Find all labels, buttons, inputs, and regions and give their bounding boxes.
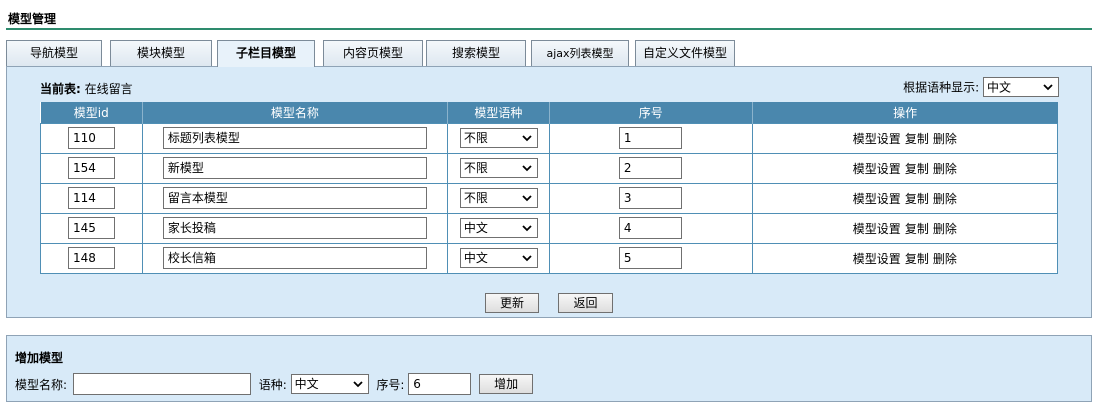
current-table-label: 当前表: [40,82,81,96]
model-name-input[interactable]: 新模型 [162,157,427,179]
copy-link[interactable]: 复制 [905,162,929,176]
model-language-select[interactable]: 不限 [459,188,538,208]
tab-ajax-list-model[interactable]: ajax列表模型 [531,40,629,67]
model-language-select[interactable]: 不限 [459,128,538,148]
add-order-input[interactable]: 6 [408,373,472,395]
table-header-row: 模型id 模型名称 模型语种 序号 操作 [40,102,1058,123]
chevron-down-icon [1043,84,1053,91]
table-row: 110 标题列表模型 不限 1 模型设置 复制 删除 [40,122,1059,154]
table-row: 148 校长信箱 中文 5 模型设置 复制 删除 [40,242,1059,274]
model-order-input[interactable]: 3 [618,187,682,209]
current-table-value: 在线留言 [84,82,133,96]
language-filter-label: 根据语种显示: [903,80,980,95]
language-filter: 根据语种显示: 中文 [903,77,1059,97]
model-name-input[interactable]: 留言本模型 [162,187,427,209]
chevron-down-icon [522,165,532,172]
model-order-input[interactable]: 1 [618,127,682,149]
table-row: 154 新模型 不限 2 模型设置 复制 删除 [40,152,1059,184]
chevron-down-icon [522,255,532,262]
row-actions: 模型设置 复制 删除 [751,152,1059,184]
delete-link[interactable]: 删除 [933,132,957,146]
model-name-input[interactable]: 校长信箱 [162,247,427,269]
model-settings-link[interactable]: 模型设置 [853,252,901,266]
model-settings-link[interactable]: 模型设置 [853,132,901,146]
model-id-input[interactable]: 154 [68,157,115,179]
chevron-down-icon [522,135,532,142]
tab-navigation-model[interactable]: 导航模型 [6,40,102,67]
model-language-value: 不限 [463,131,488,145]
tab-search-model[interactable]: 搜索模型 [426,40,526,67]
add-model-title: 增加模型 [15,351,64,365]
model-order-input[interactable]: 5 [618,247,682,269]
row-actions: 模型设置 复制 删除 [751,182,1059,214]
model-language-select[interactable]: 中文 [459,248,538,268]
model-language-select[interactable]: 不限 [459,158,538,178]
language-filter-value: 中文 [987,80,1012,95]
add-language-label: 语种: [258,377,287,392]
tab-content-page-model[interactable]: 内容页模型 [323,40,423,67]
add-language-value: 中文 [294,377,319,391]
model-id-input[interactable]: 148 [68,247,115,269]
title-divider [6,28,1092,30]
column-header-id: 模型id [40,102,143,123]
delete-link[interactable]: 删除 [933,192,957,206]
delete-link[interactable]: 删除 [933,252,957,266]
row-actions: 模型设置 复制 删除 [751,212,1059,244]
chevron-down-icon [522,225,532,232]
model-language-value: 不限 [463,161,488,175]
table-row: 114 留言本模型 不限 3 模型设置 复制 删除 [40,182,1059,214]
add-model-form: 模型名称: 语种: 中文 序号: 6 增加 [15,373,534,395]
model-order-input[interactable]: 2 [618,157,682,179]
tab-module-model[interactable]: 模块模型 [110,40,212,67]
add-order-label: 序号: [376,377,405,392]
column-header-language: 模型语种 [446,102,550,123]
model-id-input[interactable]: 145 [68,217,115,239]
add-language-select[interactable]: 中文 [290,374,369,394]
model-id-input[interactable]: 114 [68,187,115,209]
tab-custom-file-model[interactable]: 自定义文件模型 [635,40,735,67]
tab-subcolumn-model[interactable]: 子栏目模型 [217,40,315,67]
add-name-input[interactable] [72,373,251,395]
add-button[interactable]: 增加 [479,374,534,394]
model-settings-link[interactable]: 模型设置 [853,162,901,176]
model-name-input[interactable]: 标题列表模型 [162,127,427,149]
column-header-name: 模型名称 [141,102,448,123]
model-order-input[interactable]: 4 [618,217,682,239]
chevron-down-icon [352,381,363,388]
delete-link[interactable]: 删除 [933,222,957,236]
current-table-info: 当前表: 在线留言 [40,80,133,97]
column-header-actions: 操作 [751,102,1058,123]
page-title: 模型管理 [8,12,57,26]
model-list-panel: 当前表: 在线留言 根据语种显示: 中文 模型id 模型名称 模型语种 序号 操… [6,66,1092,318]
update-button[interactable]: 更新 [485,293,539,313]
model-language-value: 中文 [463,221,488,235]
model-settings-link[interactable]: 模型设置 [853,222,901,236]
model-table: 模型id 模型名称 模型语种 序号 操作 110 标题列表模型 不限 1 模型设… [40,102,1059,274]
back-button[interactable]: 返回 [558,293,613,313]
delete-link[interactable]: 删除 [933,162,957,176]
table-row: 145 家长投稿 中文 4 模型设置 复制 删除 [40,212,1059,244]
model-language-value: 中文 [463,251,488,265]
copy-link[interactable]: 复制 [905,252,929,266]
chevron-down-icon [522,195,532,202]
model-name-input[interactable]: 家长投稿 [162,217,427,239]
model-language-value: 不限 [463,191,488,205]
column-header-order: 序号 [548,102,753,123]
model-id-input[interactable]: 110 [68,127,115,149]
copy-link[interactable]: 复制 [905,222,929,236]
row-actions: 模型设置 复制 删除 [751,242,1059,274]
add-name-label: 模型名称: [15,377,68,392]
copy-link[interactable]: 复制 [905,132,929,146]
model-language-select[interactable]: 中文 [459,218,538,238]
model-settings-link[interactable]: 模型设置 [853,192,901,206]
language-filter-select[interactable]: 中文 [983,77,1059,97]
add-model-panel: 增加模型 模型名称: 语种: 中文 序号: 6 增加 [6,335,1092,402]
row-actions: 模型设置 复制 删除 [751,122,1059,154]
copy-link[interactable]: 复制 [905,192,929,206]
